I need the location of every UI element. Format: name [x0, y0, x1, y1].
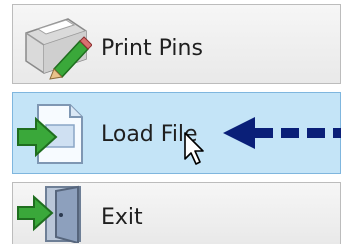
menu-item-load-file[interactable]: Load File	[12, 92, 341, 174]
printer-icon	[16, 11, 93, 85]
load-file-icon	[16, 101, 88, 171]
main-menu: Print Pins Load File Exit	[0, 0, 341, 247]
dashed-arrow-left-icon	[221, 115, 341, 155]
menu-item-exit[interactable]: Exit	[12, 182, 341, 247]
menu-item-print-pins[interactable]: Print Pins	[12, 4, 341, 84]
menu-item-label: Print Pins	[101, 36, 203, 61]
mouse-pointer-icon	[183, 131, 207, 171]
exit-door-icon	[16, 185, 88, 247]
menu-item-label: Exit	[101, 205, 143, 230]
